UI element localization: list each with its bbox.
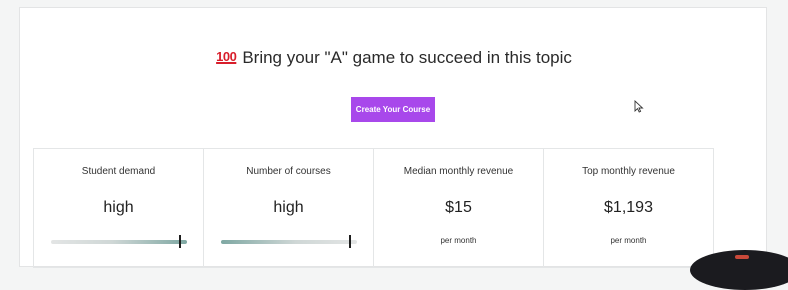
stat-student-demand: Student demand high xyxy=(34,149,204,267)
create-your-course-button[interactable]: Create Your Course xyxy=(351,97,435,122)
meter-marker xyxy=(349,235,351,248)
stat-number-of-courses: Number of courses high xyxy=(204,149,374,267)
stat-median-monthly-revenue: Median monthly revenue $15 per month xyxy=(374,149,544,267)
meter-marker xyxy=(179,235,181,248)
stat-label: Number of courses xyxy=(246,166,331,177)
hundred-points-icon: 100 xyxy=(216,49,237,64)
stat-sub: per month xyxy=(610,236,647,245)
stats-row: Student demand high Number of courses hi… xyxy=(33,148,714,268)
page-title: 100 Bring your "A" game to succeed in thi… xyxy=(20,48,768,68)
demand-meter xyxy=(51,235,187,248)
mouse-cursor-icon xyxy=(634,100,644,113)
stat-label: Student demand xyxy=(81,166,156,177)
stat-top-monthly-revenue: Top monthly revenue $1,193 per month xyxy=(544,149,713,267)
stat-value: high xyxy=(273,199,304,216)
widget-indicator xyxy=(735,255,749,259)
stat-value: $1,193 xyxy=(604,199,653,216)
stat-label: Median monthly revenue xyxy=(403,166,514,177)
stat-value: $15 xyxy=(445,199,472,216)
stat-value: high xyxy=(103,199,134,216)
courses-meter xyxy=(221,235,357,248)
page-title-text: Bring your "A" game to succeed in this t… xyxy=(242,48,572,67)
stat-label: Top monthly revenue xyxy=(582,166,675,177)
stat-sub: per month xyxy=(440,236,477,245)
